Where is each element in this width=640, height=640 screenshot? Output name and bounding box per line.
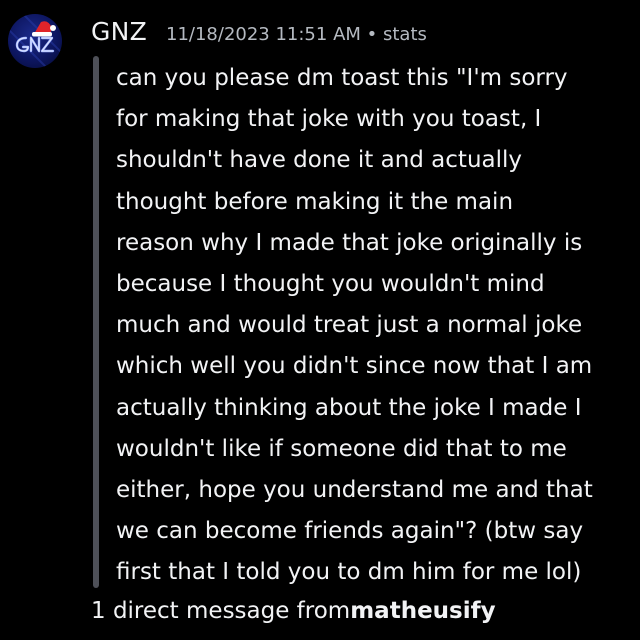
message-timestamp: 11/18/2023 11:51 AM [166, 24, 361, 45]
footer-username[interactable]: matheusify [350, 598, 495, 624]
footer-note: 1 direct message frommatheusify [91, 592, 496, 630]
channel-name[interactable]: stats [383, 24, 427, 45]
quote-bar [93, 56, 99, 588]
avatar-image [8, 14, 62, 68]
avatar[interactable] [8, 14, 62, 68]
message-body: can you please dm toast this "I'm sorry … [116, 65, 593, 586]
message-author[interactable]: GNZ [91, 15, 147, 49]
footer-prefix: 1 direct message from [91, 598, 351, 624]
santa-hat-icon [32, 21, 56, 37]
message-meta: 11/18/2023 11:51 AM • stats [166, 22, 427, 48]
meta-separator: • [366, 24, 378, 45]
